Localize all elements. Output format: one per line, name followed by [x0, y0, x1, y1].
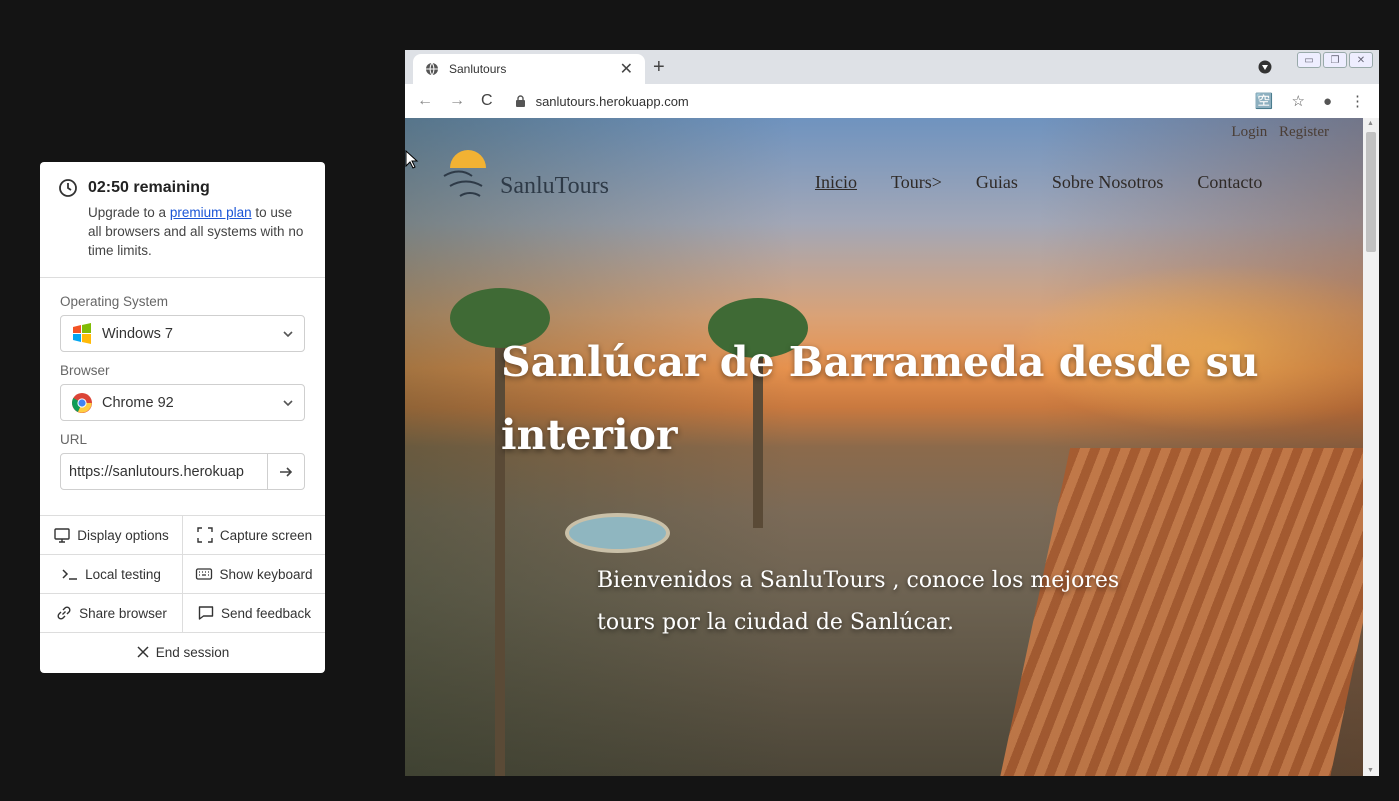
- chat-bubble-icon: [198, 606, 214, 620]
- keyboard-icon: [196, 568, 213, 580]
- url-label: URL: [60, 432, 88, 447]
- sun-logo-icon: [443, 150, 486, 197]
- logo-text: SanluTours: [500, 173, 609, 199]
- lock-icon: [515, 95, 525, 107]
- session-status: 02:50 remaining Upgrade to a premium pla…: [40, 162, 325, 278]
- chrome-logo-icon: [72, 392, 92, 413]
- link-icon: [57, 606, 71, 620]
- upgrade-message: Upgrade to a premium plan to use all bro…: [88, 205, 304, 258]
- nav-item-guias[interactable]: Guias: [976, 172, 1018, 193]
- page-scrollbar[interactable]: ▲ ▼: [1363, 118, 1379, 776]
- browser-value: Chrome 92: [102, 394, 174, 411]
- url-input[interactable]: https://sanlutours.herokuap: [61, 454, 267, 489]
- browser-toolbar: ← → C sanlutours.herokuapp.com 🈳 ☆ ● ⋮: [405, 84, 1379, 118]
- nav-item-contacto[interactable]: Contacto: [1197, 172, 1262, 193]
- main-nav: Inicio Tours> Guias Sobre Nosotros Conta…: [815, 172, 1296, 193]
- mouse-cursor-icon: [405, 150, 419, 169]
- time-remaining: 02:50 remaining: [88, 179, 210, 196]
- forward-icon[interactable]: →: [449, 92, 465, 110]
- windows-logo-icon: [73, 322, 91, 344]
- scroll-down-icon[interactable]: ▼: [1367, 767, 1374, 774]
- minimize-icon[interactable]: ▭: [1297, 52, 1321, 68]
- arrow-right-icon: [280, 466, 293, 477]
- hero-fountain-image: [565, 513, 670, 553]
- close-tab-icon[interactable]: ✕: [620, 59, 633, 79]
- capture-screen-button[interactable]: Capture screen: [182, 516, 325, 554]
- nav-item-sobre-nosotros[interactable]: Sobre Nosotros: [1052, 172, 1164, 193]
- bookmark-star-icon[interactable]: ☆: [1291, 92, 1304, 110]
- restore-icon[interactable]: ❐: [1323, 52, 1347, 68]
- globe-icon: [426, 62, 438, 76]
- browser-window: Sanlutours ✕ + ▭ ❐ ✕ ← → C sanlutours.he…: [405, 50, 1379, 776]
- clock-icon: [59, 179, 77, 197]
- more-menu-icon[interactable]: ⋮: [1350, 92, 1365, 110]
- nav-item-inicio[interactable]: Inicio: [815, 172, 857, 193]
- monitor-icon: [54, 528, 70, 543]
- window-controls: ▭ ❐ ✕: [1297, 52, 1373, 68]
- page-viewport: Login Register SanluTours Inicio Tours> …: [405, 118, 1379, 776]
- tab-strip: Sanlutours ✕ + ▭ ❐ ✕: [405, 50, 1379, 84]
- register-link[interactable]: Register: [1279, 124, 1329, 140]
- close-icon: [137, 646, 149, 658]
- go-button[interactable]: [267, 454, 304, 489]
- login-link[interactable]: Login: [1231, 124, 1267, 140]
- scroll-up-icon[interactable]: ▲: [1367, 120, 1374, 127]
- send-feedback-button[interactable]: Send feedback: [182, 594, 325, 632]
- terminal-icon: [62, 569, 78, 580]
- end-session-button[interactable]: End session: [40, 632, 325, 671]
- browser-select[interactable]: Chrome 92: [60, 384, 305, 421]
- site-header: Login Register SanluTours Inicio Tours> …: [405, 118, 1379, 208]
- browser-tab[interactable]: Sanlutours ✕: [413, 54, 645, 84]
- browser-label: Browser: [60, 363, 110, 378]
- close-window-icon[interactable]: ✕: [1349, 52, 1373, 68]
- tab-title: Sanlutours: [449, 62, 507, 76]
- os-value: Windows 7: [102, 325, 173, 342]
- chevron-down-icon: [283, 400, 293, 407]
- share-browser-button[interactable]: Share browser: [40, 594, 182, 632]
- profile-icon[interactable]: ●: [1323, 93, 1332, 110]
- show-keyboard-button[interactable]: Show keyboard: [182, 555, 325, 593]
- os-select[interactable]: Windows 7: [60, 315, 305, 352]
- premium-plan-link[interactable]: premium plan: [170, 205, 252, 220]
- chevron-down-icon: [283, 331, 293, 338]
- display-options-button[interactable]: Display options: [40, 516, 182, 554]
- hero-title: Sanlúcar de Barrameda desde su interior: [501, 338, 1259, 459]
- chrome-profile-icon[interactable]: [1258, 60, 1272, 74]
- back-icon[interactable]: ←: [417, 92, 433, 110]
- reload-icon[interactable]: C: [481, 92, 493, 110]
- local-testing-button[interactable]: Local testing: [40, 555, 182, 593]
- capture-frame-icon: [197, 527, 213, 543]
- auth-links: Login Register: [1231, 124, 1329, 141]
- new-tab-icon[interactable]: +: [653, 56, 665, 79]
- url-field-group: https://sanlutours.herokuap: [60, 453, 305, 490]
- translate-icon[interactable]: 🈳: [1255, 92, 1274, 110]
- nav-item-tours[interactable]: Tours>: [891, 172, 942, 193]
- address-bar[interactable]: sanlutours.herokuapp.com: [515, 94, 689, 109]
- address-text: sanlutours.herokuapp.com: [535, 93, 689, 109]
- hero-subtitle: Bienvenidos a SanluTours , conoce los me…: [597, 568, 1120, 635]
- os-label: Operating System: [60, 294, 169, 309]
- session-panel: 02:50 remaining Upgrade to a premium pla…: [40, 162, 325, 673]
- site-logo[interactable]: SanluTours: [440, 146, 609, 206]
- scrollbar-thumb[interactable]: [1366, 132, 1376, 252]
